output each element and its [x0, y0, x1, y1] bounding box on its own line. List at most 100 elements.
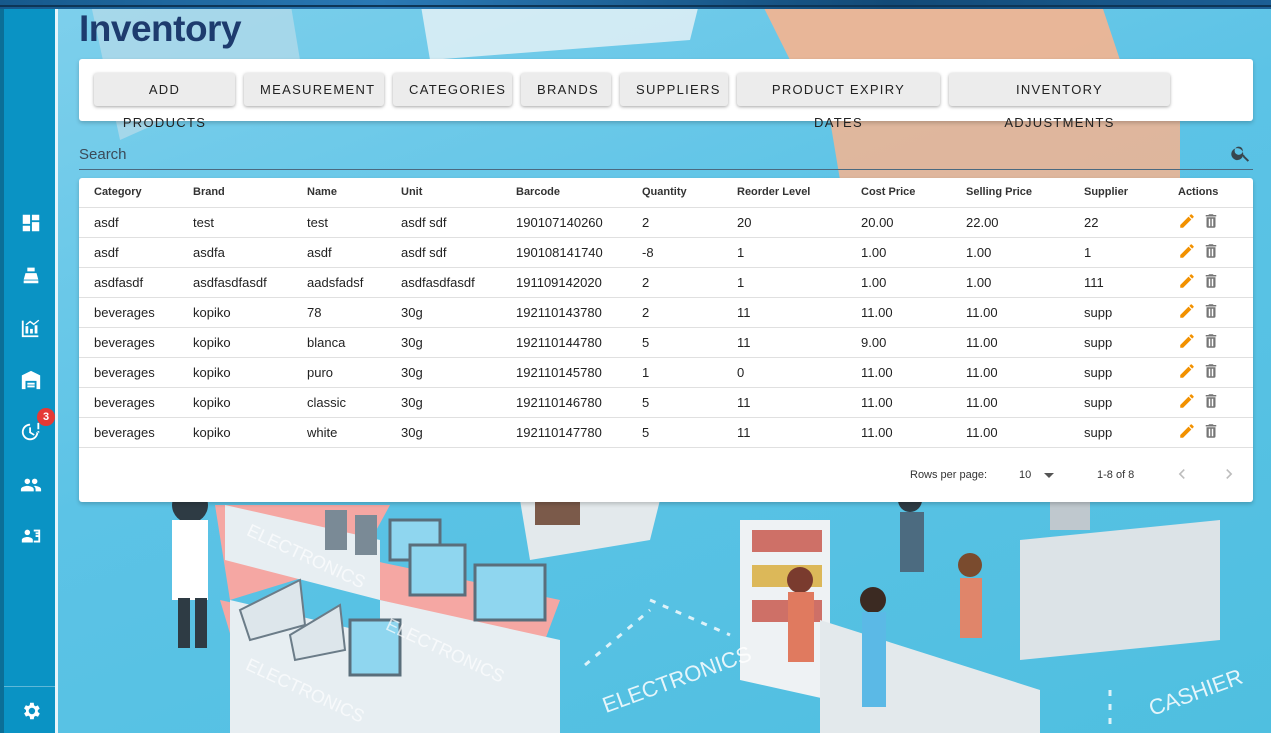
cell-barcode: 190108141740 — [501, 237, 627, 268]
categories-button[interactable]: CATEGORIES — [393, 73, 512, 106]
add-products-button[interactable]: ADD PRODUCTS — [94, 73, 235, 130]
table-row[interactable]: beverages kopiko puro 30g 192110145780 1 0 11.0… — [79, 357, 1253, 388]
cell-reorder-level: 20 — [722, 207, 846, 238]
cell-barcode: 192110146780 — [501, 387, 627, 418]
edit-icon[interactable] — [1178, 332, 1196, 353]
cell-selling-price: 1.00 — [951, 237, 1069, 268]
table-header-row: Category Brand Name Unit Barcode Quantit… — [79, 178, 1253, 208]
delete-icon[interactable] — [1202, 392, 1220, 413]
edit-icon[interactable] — [1178, 392, 1196, 413]
delete-icon[interactable] — [1202, 242, 1220, 263]
column-header-supplier[interactable]: Supplier — [1069, 178, 1163, 208]
cell-barcode: 190107140260 — [501, 207, 627, 238]
cell-supplier: 1 — [1069, 237, 1163, 268]
column-header-quantity[interactable]: Quantity — [627, 178, 722, 208]
column-header-barcode[interactable]: Barcode — [501, 178, 627, 208]
cell-actions — [1163, 327, 1253, 358]
table-row[interactable]: asdfasdf asdfasdfasdf aadsfadsf asdfasdfasd… — [79, 267, 1253, 298]
cell-unit: 30g — [386, 297, 501, 328]
analytics-icon[interactable] — [20, 317, 44, 341]
cell-cost-price: 9.00 — [846, 327, 951, 358]
table-row[interactable]: beverages kopiko 78 30g 192110143780 2 11 11.00… — [79, 297, 1253, 328]
cell-supplier: 111 — [1069, 267, 1163, 298]
column-header-category[interactable]: Category — [79, 178, 178, 208]
cell-selling-price: 11.00 — [951, 417, 1069, 448]
edit-icon[interactable] — [1178, 302, 1196, 323]
table-row[interactable]: asdf test test asdf sdf 190107140260 2 20 20.00… — [79, 207, 1253, 238]
cell-selling-price: 11.00 — [951, 327, 1069, 358]
edit-icon[interactable] — [1178, 422, 1196, 443]
table-row[interactable]: beverages kopiko classic 30g 192110146780 5 11… — [79, 387, 1253, 418]
cell-brand: asdfasdfasdf — [178, 267, 292, 298]
cell-barcode: 192110145780 — [501, 357, 627, 388]
cell-reorder-level: 0 — [722, 357, 846, 388]
table-row[interactable]: beverages kopiko white 30g 192110147780 5 11 11… — [79, 417, 1253, 448]
cell-unit: 30g — [386, 357, 501, 388]
cell-quantity: 2 — [627, 207, 722, 238]
cell-category: beverages — [79, 327, 178, 358]
delete-icon[interactable] — [1202, 362, 1220, 383]
cell-selling-price: 11.00 — [951, 357, 1069, 388]
cell-quantity: -8 — [627, 237, 722, 268]
table-row[interactable]: asdf asdfa asdf asdf sdf 190108141740 -8 1 1.00… — [79, 237, 1253, 268]
cell-supplier: supp — [1069, 357, 1163, 388]
cell-reorder-level: 11 — [722, 297, 846, 328]
cell-unit: 30g — [386, 387, 501, 418]
cell-cost-price: 1.00 — [846, 237, 951, 268]
sidebar-divider — [4, 686, 55, 687]
cell-reorder-level: 11 — [722, 327, 846, 358]
delete-icon[interactable] — [1202, 302, 1220, 323]
cell-brand: kopiko — [178, 297, 292, 328]
gear-icon[interactable] — [20, 700, 44, 724]
edit-icon[interactable] — [1178, 212, 1196, 233]
delete-icon[interactable] — [1202, 272, 1220, 293]
cell-name: blanca — [292, 327, 386, 358]
inventory-adjustments-button[interactable]: INVENTORY ADJUSTMENTS — [949, 73, 1170, 130]
column-header-brand[interactable]: Brand — [178, 178, 292, 208]
cell-supplier: supp — [1069, 327, 1163, 358]
toolbar: ADD PRODUCTS MEASUREMENT CATEGORIES BRAN… — [79, 59, 1253, 130]
edit-icon[interactable] — [1178, 242, 1196, 263]
dashboard-icon[interactable] — [20, 212, 44, 236]
column-header-name[interactable]: Name — [292, 178, 386, 208]
cell-category: beverages — [79, 357, 178, 388]
cell-supplier: supp — [1069, 387, 1163, 418]
cell-cost-price: 11.00 — [846, 417, 951, 448]
warehouse-icon[interactable] — [20, 369, 44, 393]
column-header-actions: Actions — [1163, 178, 1253, 208]
measurement-button[interactable]: MEASUREMENT — [244, 73, 384, 106]
edit-icon[interactable] — [1178, 362, 1196, 383]
next-page-icon[interactable] — [1219, 464, 1239, 484]
delete-icon[interactable] — [1202, 422, 1220, 443]
cell-reorder-level: 11 — [722, 417, 846, 448]
cell-selling-price: 1.00 — [951, 267, 1069, 298]
delete-icon[interactable] — [1202, 332, 1220, 353]
search-icon[interactable] — [1230, 142, 1252, 164]
suppliers-button[interactable]: SUPPLIERS — [620, 73, 728, 106]
cell-barcode: 192110143780 — [501, 297, 627, 328]
cell-unit: 30g — [386, 417, 501, 448]
cell-barcode: 192110147780 — [501, 417, 627, 448]
cell-cost-price: 20.00 — [846, 207, 951, 238]
product-expiry-dates-button[interactable]: PRODUCT EXPIRY DATES — [737, 73, 940, 130]
edit-icon[interactable] — [1178, 272, 1196, 293]
cell-barcode: 192110144780 — [501, 327, 627, 358]
cell-selling-price: 11.00 — [951, 387, 1069, 418]
column-header-reorder-level[interactable]: Reorder Level — [722, 178, 846, 208]
brands-button[interactable]: BRANDS — [521, 73, 611, 106]
account-box-icon[interactable] — [20, 526, 44, 550]
column-header-selling-price[interactable]: Selling Price — [951, 178, 1069, 208]
delete-icon[interactable] — [1202, 212, 1220, 233]
people-icon[interactable] — [20, 474, 44, 498]
cell-unit: asdfasdfasdf — [386, 267, 501, 298]
sidebar: 3 — [0, 9, 58, 733]
cash-register-icon[interactable] — [20, 264, 44, 288]
column-header-unit[interactable]: Unit — [386, 178, 501, 208]
previous-page-icon[interactable] — [1172, 464, 1192, 484]
search-input[interactable] — [79, 142, 1219, 166]
column-header-cost-price[interactable]: Cost Price — [846, 178, 951, 208]
cell-name: white — [292, 417, 386, 448]
chevron-down-icon[interactable] — [1044, 473, 1054, 478]
search-bar — [79, 138, 1253, 170]
table-row[interactable]: beverages kopiko blanca 30g 192110144780 5 11 9… — [79, 327, 1253, 358]
